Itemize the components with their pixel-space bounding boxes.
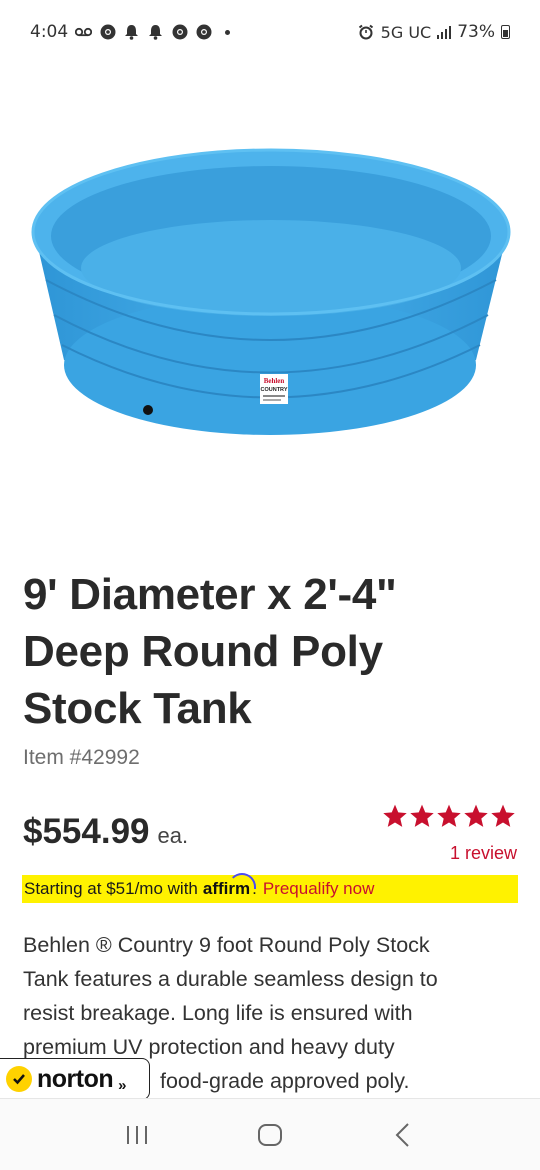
product-image[interactable]: Behlen COUNTRY [20, 120, 520, 460]
affirm-logo: affirm [202, 873, 257, 898]
title-line: Stock Tank [23, 684, 252, 733]
price-unit: ea. [157, 823, 189, 848]
status-bar: 4:04 5G UC 73% [0, 0, 540, 64]
svg-text:COUNTRY: COUNTRY [261, 387, 288, 393]
signal-strength-icon [437, 25, 452, 39]
notification-bell-icon [123, 24, 140, 41]
price: $554.99 [23, 812, 150, 851]
title-line: Deep Round Poly [23, 627, 383, 676]
voicemail-icon [75, 24, 93, 41]
alarm-icon [358, 24, 375, 41]
description-line: Behlen ® Country 9 foot Round Poly Stock [23, 933, 430, 957]
norton-badge[interactable]: norton » [0, 1058, 150, 1100]
back-button[interactable] [383, 1115, 423, 1155]
norton-label: norton [37, 1064, 114, 1093]
chrome-icon [195, 24, 212, 41]
more-notifications-dot-icon [225, 29, 231, 35]
home-button[interactable] [250, 1115, 290, 1155]
status-right: 5G UC 73% [358, 22, 510, 42]
star-icon [410, 804, 434, 827]
price-row: $554.99 ea. [23, 812, 188, 852]
stock-tank-illustration: Behlen COUNTRY [31, 148, 511, 435]
back-icon [395, 1122, 410, 1147]
description-line: resist breakage. Long life is ensured wi… [23, 1001, 413, 1025]
status-left: 4:04 [30, 22, 231, 42]
star-rating[interactable] [382, 803, 516, 829]
recents-icon [126, 1125, 147, 1144]
description-line: Tank features a durable seamless design … [23, 967, 438, 991]
battery-percentage: 73% [457, 22, 495, 42]
network-type: 5G UC [380, 22, 432, 42]
recents-button[interactable] [117, 1115, 157, 1155]
system-navigation-bar [0, 1098, 540, 1170]
item-number: Item #42992 [23, 746, 140, 769]
chrome-icon [171, 24, 188, 41]
norton-expand-icon: » [118, 1076, 127, 1094]
product-title: 9' Diameter x 2'-4" Deep Round Poly Stoc… [23, 566, 523, 737]
affirm-text: Starting at $51/mo with [24, 879, 198, 898]
status-time: 4:04 [30, 22, 69, 42]
norton-check-icon [6, 1066, 32, 1092]
battery-icon [501, 25, 510, 39]
prequalify-link[interactable]: Prequalify now [263, 879, 375, 899]
star-icon [464, 804, 488, 827]
svg-text:Behlen: Behlen [264, 377, 285, 385]
star-icon [383, 804, 407, 827]
affirm-financing-banner: Starting at $51/mo with affirm . Prequal… [22, 873, 518, 903]
notification-bell-icon [147, 24, 164, 41]
star-icon [491, 804, 515, 827]
chrome-icon [99, 24, 116, 41]
star-icon [437, 804, 461, 827]
reviews-link[interactable]: 1 review [450, 843, 517, 864]
title-line: 9' Diameter x 2'-4" [23, 570, 397, 619]
home-icon [257, 1123, 282, 1146]
